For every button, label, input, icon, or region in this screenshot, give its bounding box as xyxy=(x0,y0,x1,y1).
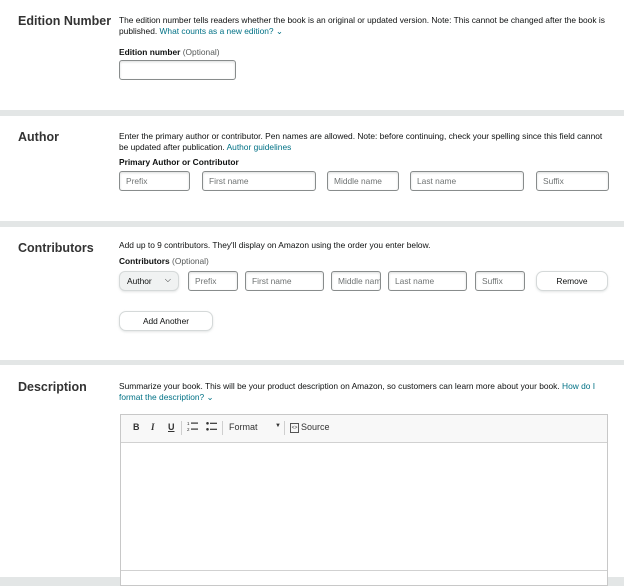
source-button[interactable]: <> Source xyxy=(290,422,330,433)
add-another-button[interactable]: Add Another xyxy=(119,311,213,331)
toolbar-divider xyxy=(284,421,285,435)
edition-title: Edition Number xyxy=(18,14,112,28)
bulleted-list-icon[interactable] xyxy=(206,420,218,436)
contributors-section: Contributors Add up to 9 contributors. T… xyxy=(0,227,624,360)
author-guidelines-link[interactable]: Author guidelines xyxy=(227,142,292,152)
chevron-down-icon: ⌵ xyxy=(164,275,171,284)
caret-down-icon: ▼ xyxy=(275,423,281,429)
format-dropdown[interactable]: Format ▼ xyxy=(229,422,281,432)
edition-field-label: Edition number (Optional) xyxy=(119,47,220,57)
contributor-middle-name-input[interactable]: Middle name xyxy=(331,271,381,291)
author-title: Author xyxy=(18,130,59,144)
contributors-description: Add up to 9 contributors. They'll displa… xyxy=(119,240,431,250)
description-desc-text: Summarize your book. This will be your p… xyxy=(119,381,560,391)
toolbar-divider xyxy=(181,421,182,435)
author-first-name-input[interactable]: First name xyxy=(202,171,316,191)
chevron-down-icon: ⌄ xyxy=(206,392,214,402)
italic-button[interactable]: I xyxy=(151,422,155,432)
toolbar-divider xyxy=(222,421,223,435)
contributors-field-label: Contributors (Optional) xyxy=(119,256,209,266)
description-description: Summarize your book. This will be your p… xyxy=(119,381,607,403)
author-section: Author Enter the primary author or contr… xyxy=(0,116,624,221)
edition-help-link[interactable]: What counts as a new edition? ⌄ xyxy=(160,26,283,36)
source-icon: <> xyxy=(290,422,299,433)
numbered-list-icon[interactable]: 1 2 xyxy=(187,420,199,436)
remove-contributor-button[interactable]: Remove xyxy=(536,271,608,291)
underline-button[interactable]: U xyxy=(168,422,175,432)
edition-section: Edition Number The edition number tells … xyxy=(0,0,624,110)
author-middle-name-input[interactable]: Middle name xyxy=(327,171,399,191)
description-editor[interactable]: B I U 1 2 Format ▼ <> Source xyxy=(120,414,608,586)
author-last-name-input[interactable]: Last name xyxy=(410,171,524,191)
author-prefix-input[interactable]: Prefix xyxy=(119,171,190,191)
contributor-first-name-input[interactable]: First name xyxy=(245,271,324,291)
author-desc-text: Enter the primary author or contributor.… xyxy=(119,131,603,152)
chevron-down-icon: ⌄ xyxy=(275,26,283,36)
edition-description: The edition number tells readers whether… xyxy=(119,15,611,37)
contributor-last-name-input[interactable]: Last name xyxy=(388,271,467,291)
author-suffix-input[interactable]: Suffix xyxy=(536,171,609,191)
contributor-prefix-input[interactable]: Prefix xyxy=(188,271,238,291)
svg-text:2: 2 xyxy=(187,427,190,432)
contributor-suffix-input[interactable]: Suffix xyxy=(475,271,525,291)
editor-bottom-bar xyxy=(121,570,607,571)
svg-text:1: 1 xyxy=(187,421,190,426)
author-description: Enter the primary author or contributor.… xyxy=(119,131,611,153)
contributor-role-select[interactable]: Author ⌵ xyxy=(119,271,179,291)
bold-button[interactable]: B xyxy=(133,422,140,432)
edition-number-input[interactable] xyxy=(119,60,236,80)
editor-toolbar: B I U 1 2 Format ▼ <> Source xyxy=(121,415,607,443)
contributors-title: Contributors xyxy=(18,241,94,255)
editor-content-area[interactable] xyxy=(121,443,607,571)
author-field-label: Primary Author or Contributor xyxy=(119,157,239,167)
description-title: Description xyxy=(18,380,87,394)
